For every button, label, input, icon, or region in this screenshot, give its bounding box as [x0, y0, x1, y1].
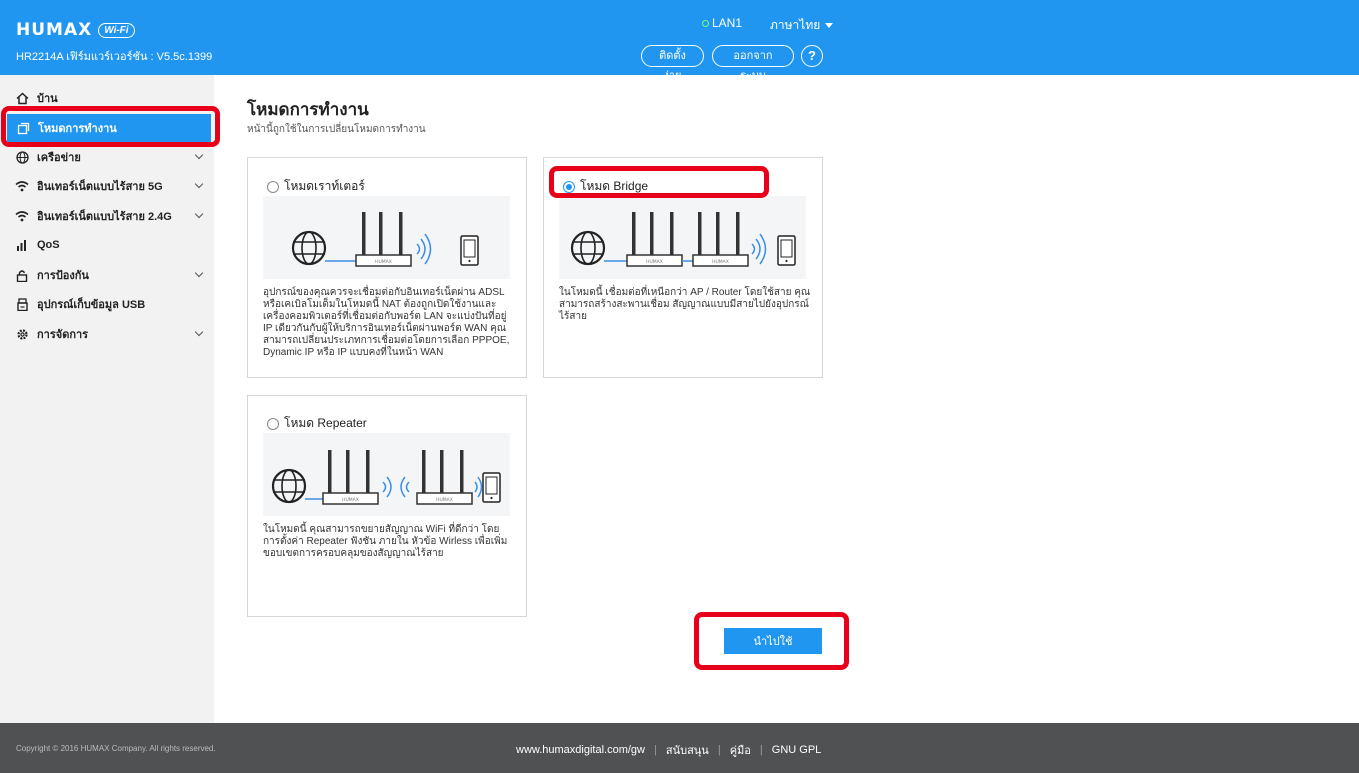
- gear-icon: [15, 327, 29, 341]
- sidebar-item-label: อินเทอร์เน็ตแบบไร้สาย 5G: [37, 181, 163, 193]
- caret-down-icon: [825, 23, 834, 28]
- repeater-mode-label: โหมด Repeater: [284, 416, 367, 430]
- usb-icon: [15, 297, 29, 311]
- globe-icon: [15, 150, 29, 164]
- lan-status: LAN1: [702, 16, 742, 30]
- router-mode-illustration: HUMAX: [263, 196, 510, 279]
- sidebar-item-label: บ้าน: [37, 93, 58, 105]
- router-brand-label: HUMAX: [342, 497, 359, 503]
- sidebar-item-usb[interactable]: อุปกรณ์เก็บข้อมูล USB: [0, 290, 214, 318]
- router-mode-radio[interactable]: [267, 180, 279, 193]
- sidebar-item-wireless-24g[interactable]: อินเทอร์เน็ตแบบไร้สาย 2.4G: [0, 202, 214, 230]
- router-mode-card[interactable]: โหมดเราท์เตอร์ HUMAX อุปกรณ์ของคุณควรจะเ…: [247, 157, 527, 378]
- wifi-icon: [15, 179, 29, 193]
- sidebar-item-label: QoS: [37, 239, 60, 251]
- repeater-mode-description: ในโหมดนี้ คุณสามารถขยายสัญญาณ WiFi ที่ดี…: [263, 524, 508, 559]
- footer-separator: |: [717, 744, 721, 756]
- sidebar-item-label: อุปกรณ์เก็บข้อมูล USB: [37, 299, 146, 311]
- copy-icon: [16, 121, 30, 135]
- home-icon: [15, 91, 29, 105]
- router-brand-label: HUMAX: [375, 259, 392, 265]
- chevron-down-icon: [194, 150, 204, 160]
- language-label: ภาษาไทย: [770, 18, 821, 32]
- highlight-box-bridge: [549, 166, 769, 198]
- sidebar-item-management[interactable]: การจัดการ: [0, 320, 214, 348]
- sidebar-item-label: การป้องกัน: [37, 270, 89, 282]
- footer-url-link[interactable]: www.humaxdigital.com/gw: [516, 744, 645, 756]
- header: HUMAX Wi-Fi HR2214A เฟิร์มแวร์เวอร์ชัน :…: [0, 0, 1359, 82]
- firmware-version: HR2214A เฟิร์มแวร์เวอร์ชัน : V5.5c.1399: [16, 51, 213, 63]
- footer-separator: |: [759, 744, 763, 756]
- chevron-down-icon: [194, 209, 204, 219]
- sidebar-item-label: โหมดการทำงาน: [38, 123, 117, 135]
- router-brand-label: HUMAX: [712, 259, 729, 265]
- sidebar-item-operation-mode[interactable]: โหมดการทำงาน: [7, 114, 211, 142]
- humax-logo[interactable]: HUMAX Wi-Fi: [16, 20, 135, 40]
- chevron-down-icon: [194, 268, 204, 278]
- router-brand-label: HUMAX: [646, 259, 663, 265]
- repeater-mode-card[interactable]: โหมด Repeater HUMAX HUMAX ในโหมดนี้ คุณส…: [247, 395, 527, 617]
- lan-status-icon: [702, 19, 709, 27]
- sidebar-item-label: อินเทอร์เน็ตแบบไร้สาย 2.4G: [37, 211, 172, 223]
- repeater-mode-option[interactable]: โหมด Repeater: [267, 414, 367, 433]
- sidebar-item-security[interactable]: การป้องกัน: [0, 261, 214, 289]
- router-mode-description: อุปกรณ์ของคุณควรจะเชื่อมต่อกับอินเทอร์เน…: [263, 287, 510, 358]
- router-mode-option[interactable]: โหมดเราท์เตอร์: [267, 177, 365, 196]
- footer-support-link[interactable]: สนับสนุน: [666, 741, 709, 759]
- copyright-text: Copyright © 2016 HUMAX Company. All righ…: [16, 744, 216, 753]
- sidebar-item-network[interactable]: เครือข่าย: [0, 143, 214, 171]
- logo-text: HUMAX: [16, 20, 93, 40]
- sidebar-item-label: การจัดการ: [37, 329, 89, 341]
- footer-links: www.humaxdigital.com/gw | สนับสนุน | คู่…: [516, 741, 821, 759]
- router-mode-label: โหมดเราท์เตอร์: [284, 179, 365, 193]
- wifi-badge: Wi-Fi: [98, 22, 135, 38]
- sidebar-item-qos[interactable]: QoS: [0, 231, 214, 259]
- page-subtitle: หน้านี้ถูกใช้ในการเปลี่ยนโหมดการทำงาน: [247, 124, 426, 135]
- lan-label: LAN1: [712, 16, 743, 30]
- footer-separator: |: [654, 744, 657, 756]
- repeater-mode-illustration: HUMAX HUMAX: [263, 433, 510, 516]
- chevron-down-icon: [194, 179, 204, 189]
- help-icon[interactable]: ?: [801, 45, 823, 67]
- logout-button[interactable]: ออกจากระบบ: [712, 45, 794, 82]
- sidebar-item-label: เครือข่าย: [37, 152, 81, 164]
- sidebar-item-wireless-5g[interactable]: อินเทอร์เน็ตแบบไร้สาย 5G: [0, 172, 214, 200]
- apply-button[interactable]: นำไปใช้: [724, 628, 822, 654]
- lock-icon: [15, 268, 29, 282]
- footer-gpl-link[interactable]: GNU GPL: [772, 744, 822, 756]
- bridge-mode-illustration: HUMAX HUMAX: [559, 196, 806, 279]
- wifi-icon: [15, 209, 29, 223]
- footer: Copyright © 2016 HUMAX Company. All righ…: [0, 723, 1359, 773]
- bar-chart-icon: [15, 238, 29, 252]
- router-brand-label: HUMAX: [436, 497, 453, 503]
- easy-setup-button[interactable]: ติดตั้งง่าย: [641, 45, 704, 82]
- bridge-mode-description: ในโหมดนี้ เชื่อมต่อที่เหนือกว่า AP / Rou…: [559, 287, 811, 322]
- language-dropdown[interactable]: ภาษาไทย: [770, 16, 834, 35]
- repeater-mode-radio[interactable]: [267, 417, 279, 430]
- footer-manual-link[interactable]: คู่มือ: [730, 741, 751, 759]
- chevron-down-icon: [194, 327, 204, 337]
- page-title: โหมดการทำงาน: [247, 100, 369, 119]
